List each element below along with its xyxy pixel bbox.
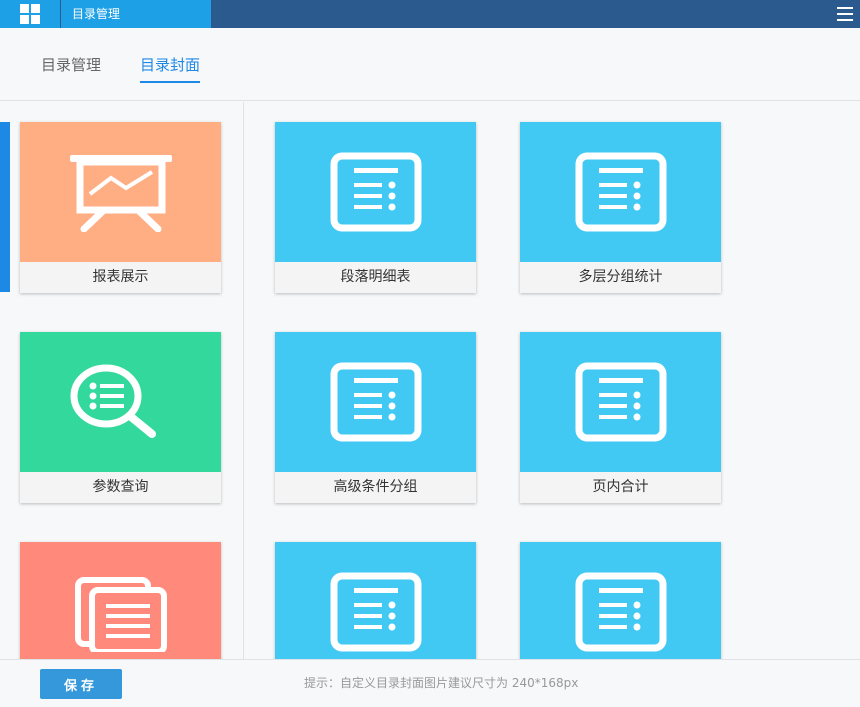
app-logo[interactable] <box>0 0 60 28</box>
card-caption: 高级条件分组 <box>275 472 476 503</box>
cover-card-document-6[interactable] <box>520 542 721 659</box>
size-hint-text: 提示：自定义目录封面图片建议尺寸为 240*168px <box>304 676 579 690</box>
stacked-documents-icon <box>20 542 221 659</box>
right-cover-grid: 段落明细表 多层分组统计 高级条件分组 页内合计 <box>245 102 860 659</box>
cover-card-report-display[interactable]: 报表展示 <box>20 122 221 293</box>
windows-grid-icon <box>20 4 40 24</box>
document-list-icon <box>275 122 476 262</box>
save-button[interactable]: 保存 <box>40 669 122 699</box>
document-list-icon <box>275 542 476 659</box>
card-caption: 报表展示 <box>20 262 221 293</box>
cover-card-parameter-query[interactable]: 参数查询 <box>20 332 221 503</box>
card-caption: 段落明细表 <box>275 262 476 293</box>
document-list-icon <box>520 542 721 659</box>
card-caption: 多层分组统计 <box>520 262 721 293</box>
top-bar: 目录管理 <box>0 0 860 28</box>
tab-bar: 目录管理 目录封面 <box>0 28 860 101</box>
presentation-board-icon <box>20 122 221 262</box>
window-title: 目录管理 <box>61 0 211 28</box>
hamburger-menu-icon[interactable] <box>837 7 853 21</box>
card-caption: 页内合计 <box>520 472 721 503</box>
selection-indicator <box>0 122 10 292</box>
cover-card-stacked[interactable] <box>20 542 221 659</box>
document-list-icon <box>520 332 721 472</box>
cover-card-paragraph-detail[interactable]: 段落明细表 <box>275 122 476 293</box>
cover-card-multilevel-group[interactable]: 多层分组统计 <box>520 122 721 293</box>
search-list-icon <box>20 332 221 472</box>
document-list-icon <box>520 122 721 262</box>
left-cover-column: 报表展示 参数查询 <box>0 102 244 659</box>
tab-directory-cover[interactable]: 目录封面 <box>140 54 201 83</box>
cover-card-page-subtotal[interactable]: 页内合计 <box>520 332 721 503</box>
document-list-icon <box>275 332 476 472</box>
card-caption: 参数查询 <box>20 472 221 503</box>
cover-card-advanced-condition-group[interactable]: 高级条件分组 <box>275 332 476 503</box>
cover-card-document-5[interactable] <box>275 542 476 659</box>
footer-bar: 保存 提示：自定义目录封面图片建议尺寸为 240*168px <box>0 659 860 707</box>
tab-directory-management[interactable]: 目录管理 <box>41 54 101 81</box>
